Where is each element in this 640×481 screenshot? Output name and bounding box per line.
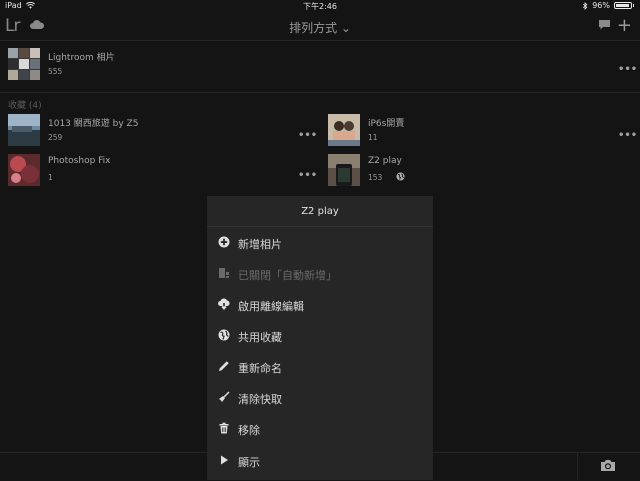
auto-add-off-icon bbox=[219, 268, 229, 278]
toolbar-divider bbox=[577, 452, 578, 480]
add-icon[interactable]: + bbox=[617, 17, 632, 35]
more-options-icon[interactable]: ••• bbox=[618, 64, 637, 75]
collection-name: 1013 關西旅遊 by Z5 bbox=[48, 119, 139, 129]
collection-count: 1 bbox=[48, 173, 53, 182]
collection-item[interactable]: 1013 關西旅遊 by Z5 259 bbox=[8, 114, 308, 148]
menu-item-offline-edit[interactable]: 啟用離線編輯 bbox=[207, 289, 433, 319]
menu-item-label: 共用收藏 bbox=[238, 331, 282, 344]
shared-globe-icon bbox=[396, 172, 405, 181]
cloud-download-icon bbox=[218, 298, 230, 310]
album-name: Lightroom 相片 bbox=[48, 53, 115, 63]
collection-thumbnail bbox=[8, 154, 40, 186]
sort-button[interactable]: 排列方式 ⌄ bbox=[0, 19, 640, 36]
menu-item-label: 已關閉「自動新增」 bbox=[238, 269, 337, 282]
menu-item-rename[interactable]: 重新命名 bbox=[207, 351, 433, 381]
trash-icon bbox=[219, 422, 229, 434]
album-thumbnail bbox=[8, 48, 40, 80]
battery-icon bbox=[614, 2, 632, 9]
nav-bar: Lr 排列方式 ⌄ + bbox=[0, 12, 640, 41]
collection-count: 11 bbox=[368, 133, 378, 142]
menu-item-label: 啟用離線編輯 bbox=[238, 300, 304, 313]
more-options-icon[interactable]: ••• bbox=[298, 170, 317, 181]
divider bbox=[0, 92, 640, 93]
bluetooth-icon bbox=[583, 1, 588, 10]
menu-item-label: 移除 bbox=[238, 424, 260, 437]
collection-name: Photoshop Fix bbox=[48, 156, 111, 166]
collection-count: 153 bbox=[368, 173, 383, 182]
collection-thumbnail bbox=[8, 114, 40, 146]
status-bar: iPad 下午2:46 96% bbox=[0, 0, 640, 12]
collection-name: Z2 play bbox=[368, 156, 402, 166]
menu-item-remove[interactable]: 移除 bbox=[207, 413, 433, 443]
collection-context-menu: Z2 play 新增相片 已關閉「自動新增」 啟用離線編輯 共用收藏 重新命名 … bbox=[207, 196, 433, 480]
collection-item[interactable]: Photoshop Fix 1 bbox=[8, 154, 308, 188]
collection-item[interactable]: iP6s開賣 11 bbox=[328, 114, 628, 148]
menu-item-clear-cache[interactable]: 清除快取 bbox=[207, 382, 433, 412]
collection-thumbnail bbox=[328, 114, 360, 146]
menu-item-add-photos[interactable]: 新增相片 bbox=[207, 227, 433, 257]
collection-thumbnail bbox=[328, 154, 360, 186]
menu-title: Z2 play bbox=[301, 206, 339, 217]
collection-name: iP6s開賣 bbox=[368, 119, 405, 129]
chat-icon[interactable] bbox=[599, 20, 610, 30]
menu-item-auto-add: 已關閉「自動新增」 bbox=[207, 258, 433, 288]
battery-percent: 96% bbox=[592, 1, 610, 10]
camera-icon[interactable] bbox=[600, 459, 616, 472]
menu-item-share-collection[interactable]: 共用收藏 bbox=[207, 320, 433, 350]
collection-count: 259 bbox=[48, 133, 63, 142]
section-label: 收藏 (4) bbox=[8, 101, 42, 111]
battery-tip bbox=[633, 4, 634, 7]
globe-icon bbox=[218, 329, 230, 341]
bottom-toolbar bbox=[0, 452, 640, 481]
more-options-icon[interactable]: ••• bbox=[298, 130, 317, 141]
menu-item-label: 新增相片 bbox=[238, 238, 282, 251]
menu-item-label: 重新命名 bbox=[238, 362, 282, 375]
broom-icon bbox=[219, 391, 230, 402]
menu-item-label: 清除快取 bbox=[238, 393, 282, 406]
status-time: 下午2:46 bbox=[303, 2, 337, 11]
album-count: 555 bbox=[48, 67, 63, 76]
pencil-icon bbox=[219, 361, 229, 371]
more-options-icon[interactable]: ••• bbox=[618, 130, 637, 141]
collection-item[interactable]: Z2 play 153 bbox=[328, 154, 628, 188]
all-photos-row[interactable]: Lightroom 相片 555 bbox=[8, 48, 628, 82]
add-circle-icon bbox=[218, 236, 230, 248]
